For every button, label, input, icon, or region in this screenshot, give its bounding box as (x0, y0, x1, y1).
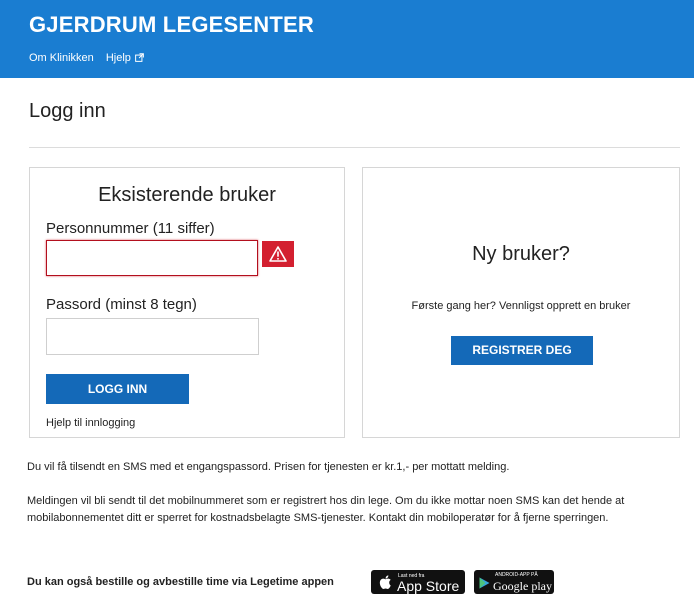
register-button[interactable]: REGISTRER DEG (451, 336, 593, 365)
new-user-panel: Ny bruker? Første gang her? Vennligst op… (362, 167, 680, 438)
google-play-small-text: ANDROID-APP PÅ (495, 572, 538, 578)
warning-icon (269, 246, 287, 262)
google-play-badge[interactable]: ANDROID-APP PÅ Google play (474, 570, 554, 594)
nav-help-link[interactable]: Hjelp (106, 52, 144, 64)
password-input[interactable] (46, 318, 259, 355)
external-link-icon (135, 53, 144, 62)
nav-help-label: Hjelp (105, 52, 131, 64)
existing-user-title: Eksisterende bruker (98, 184, 276, 206)
page-title: Logg inn (29, 100, 106, 122)
app-store-badge[interactable]: Last ned fra App Store (371, 570, 465, 594)
app-info-text: Du kan også bestille og avbestille time … (27, 576, 334, 588)
new-user-title: Ny bruker? (472, 243, 570, 265)
existing-user-panel: Eksisterende bruker Personnummer (11 sif… (29, 167, 345, 438)
play-icon (479, 577, 490, 589)
new-user-text: Første gang her? Vennligst opprett en br… (411, 300, 631, 312)
nav-about-link[interactable]: Om Klinikken (29, 52, 94, 64)
personnummer-label: Personnummer (11 siffer) (46, 220, 215, 237)
sms-info-text: Du vil få tilsendt en SMS med et engangs… (27, 461, 510, 473)
warning-badge (262, 241, 294, 267)
password-label: Passord (minst 8 tegn) (46, 296, 197, 313)
header-bar: GJERDRUM LEGESENTER Om Klinikken Hjelp (0, 0, 694, 78)
apple-icon (379, 575, 391, 589)
google-play-text: Google play (493, 579, 552, 593)
divider (29, 147, 680, 148)
personnummer-input[interactable] (46, 240, 258, 276)
brand-title[interactable]: GJERDRUM LEGESENTER (29, 12, 314, 38)
app-store-text: App Store (397, 578, 460, 594)
login-help-link[interactable]: Hjelp til innlogging (46, 417, 135, 429)
top-nav: Om Klinikken Hjelp (29, 52, 144, 64)
sms-notice-text: Meldingen vil bli sendt til det mobilnum… (27, 495, 625, 524)
login-button[interactable]: LOGG INN (46, 374, 189, 404)
